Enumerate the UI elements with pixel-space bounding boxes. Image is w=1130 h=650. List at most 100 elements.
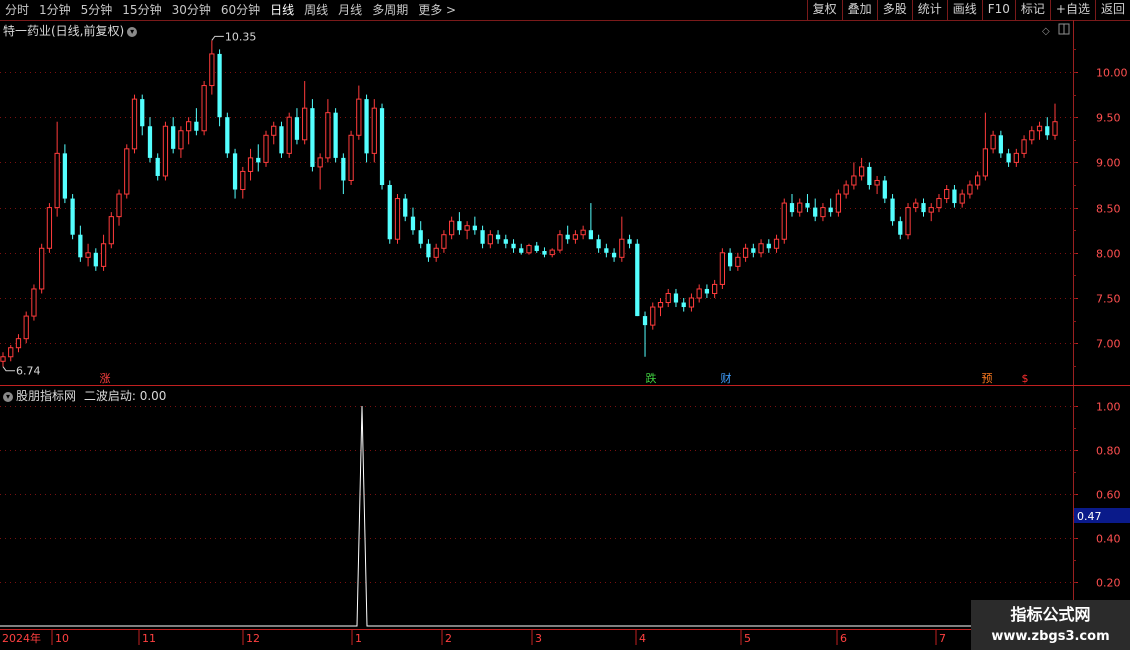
candle-body-down — [294, 117, 300, 140]
event-marker-4[interactable]: $ — [1022, 372, 1029, 385]
price-grid — [0, 72, 1073, 344]
candle-body-down — [194, 121, 199, 131]
candle-body-up — [549, 249, 555, 256]
candle-body-up — [124, 148, 130, 195]
candle-body-up — [657, 302, 664, 308]
candle-body-up — [742, 247, 749, 258]
candle-body-down — [534, 245, 539, 251]
candle-body-up — [572, 234, 579, 240]
event-marker-0[interactable]: 涨 — [100, 372, 111, 385]
candle-body-down — [727, 252, 733, 267]
dropdown-icon[interactable]: ▾ — [127, 26, 138, 37]
event-marker-3[interactable]: 预 — [982, 372, 993, 385]
price-tick-label: 7.50 — [1096, 293, 1121, 306]
candle-body-down — [890, 198, 895, 222]
candle-body-up — [619, 238, 625, 258]
candle-body-down — [472, 225, 477, 231]
stock-title: 特一药业(日线,前复权) — [3, 24, 125, 38]
candle-body-up — [758, 243, 764, 254]
candle-body-down — [673, 293, 679, 303]
indicator-tick-label: 0.20 — [1096, 577, 1121, 590]
candle-body-down — [751, 248, 756, 253]
candle-body-down — [813, 207, 818, 217]
candle-body-down — [410, 216, 416, 231]
event-marker-1[interactable]: 跌 — [646, 371, 657, 385]
candle-body-down — [998, 135, 1003, 154]
candle-body-up — [1052, 121, 1058, 136]
candle-body-up — [54, 152, 60, 209]
year-label: 2024年 — [2, 631, 41, 645]
price-panel-title: 特一药业(日线,前复权) ▾ — [3, 22, 138, 39]
candle-body-up — [394, 198, 401, 240]
candle-body-up — [820, 207, 826, 218]
candle-body-down — [495, 234, 501, 240]
candle-body-down — [310, 108, 315, 167]
candle-body-up — [982, 148, 989, 177]
indicator-axis-ticks: 1.00 0.80 0.60 0.40 0.20 — [1073, 401, 1121, 605]
month-label: 7 — [939, 632, 946, 645]
candle-body-down — [635, 243, 640, 317]
candle-body-up — [116, 193, 122, 218]
candlestick-series — [0, 40, 1058, 367]
candle-body-down — [503, 239, 508, 244]
candle-body-up — [85, 252, 91, 258]
candle-body-down — [565, 234, 570, 240]
candle-body-down — [611, 252, 617, 258]
candle-body-up — [286, 116, 292, 154]
event-marker-2[interactable]: 财 — [721, 371, 732, 385]
candle-body-up — [46, 207, 53, 249]
month-label: 2 — [445, 632, 452, 645]
candle-body-down — [418, 230, 423, 244]
candle-body-up — [178, 130, 184, 150]
candle-body-up — [240, 170, 246, 191]
candle-body-down — [480, 230, 485, 244]
price-tick-label: 9.00 — [1096, 157, 1121, 170]
indicator-tick-label: 0.80 — [1096, 445, 1121, 458]
candle-body-up — [108, 216, 114, 245]
time-axis-ticks: 2024年 10 11 12 1 2 3 4 5 6 7 — [2, 630, 946, 645]
candle-body-up — [247, 157, 254, 172]
candle-body-down — [387, 185, 392, 240]
candle-body-up — [201, 85, 207, 132]
candle-body-down — [232, 153, 238, 190]
candle-body-up — [773, 238, 780, 249]
candle-body-up — [688, 297, 695, 308]
candle-body-down — [921, 203, 926, 213]
candle-body-up — [449, 220, 455, 236]
indicator-tick-label: 0.40 — [1096, 533, 1121, 546]
candle-body-up — [1029, 130, 1035, 141]
candle-body-up — [936, 198, 942, 209]
candle-body-up — [557, 234, 563, 251]
candle-body-up — [851, 175, 857, 186]
candle-body-down — [805, 203, 810, 208]
price-tick-label: 7.00 — [1096, 338, 1121, 351]
price-tick-label: 10.00 — [1096, 67, 1128, 80]
candle-body-up — [913, 202, 919, 209]
candle-body-down — [341, 157, 346, 181]
candle-body-down — [627, 239, 632, 244]
diamond-icon[interactable]: ◇ — [1042, 26, 1050, 37]
candle-body-up — [712, 283, 718, 294]
formula-colon: : — [131, 389, 140, 403]
candle-body-up — [858, 166, 865, 177]
candle-body-down — [364, 99, 369, 154]
indicator-panel-title: ▾ 股朋指标网 二波启动: 0.00 — [3, 387, 166, 404]
formula-name: 二波启动 — [83, 389, 132, 403]
month-label: 6 — [840, 632, 847, 645]
month-label: 11 — [142, 632, 156, 645]
candle-body-up — [325, 112, 331, 159]
candle-body-down — [681, 302, 686, 308]
stock-chart[interactable]: 10.009.509.008.508.007.507.00 1.000.800.… — [0, 0, 1130, 650]
candle-body-up — [487, 234, 493, 245]
price-axis-ticks: 10.00 9.50 9.00 8.50 8.00 7.50 7.00 — [1073, 49, 1128, 367]
candle-body-up — [271, 125, 277, 136]
candle-body-down — [542, 250, 547, 255]
dropdown-icon[interactable]: ▾ — [3, 391, 13, 402]
candle-body-up — [967, 184, 973, 195]
candle-body-up — [15, 338, 22, 349]
indicator-grid — [0, 406, 1073, 583]
candle-body-down — [379, 108, 385, 185]
event-markers: 涨 跌 财 预 $ — [100, 371, 1029, 385]
candle-body-up — [781, 202, 787, 240]
candle-body-up — [356, 98, 362, 136]
